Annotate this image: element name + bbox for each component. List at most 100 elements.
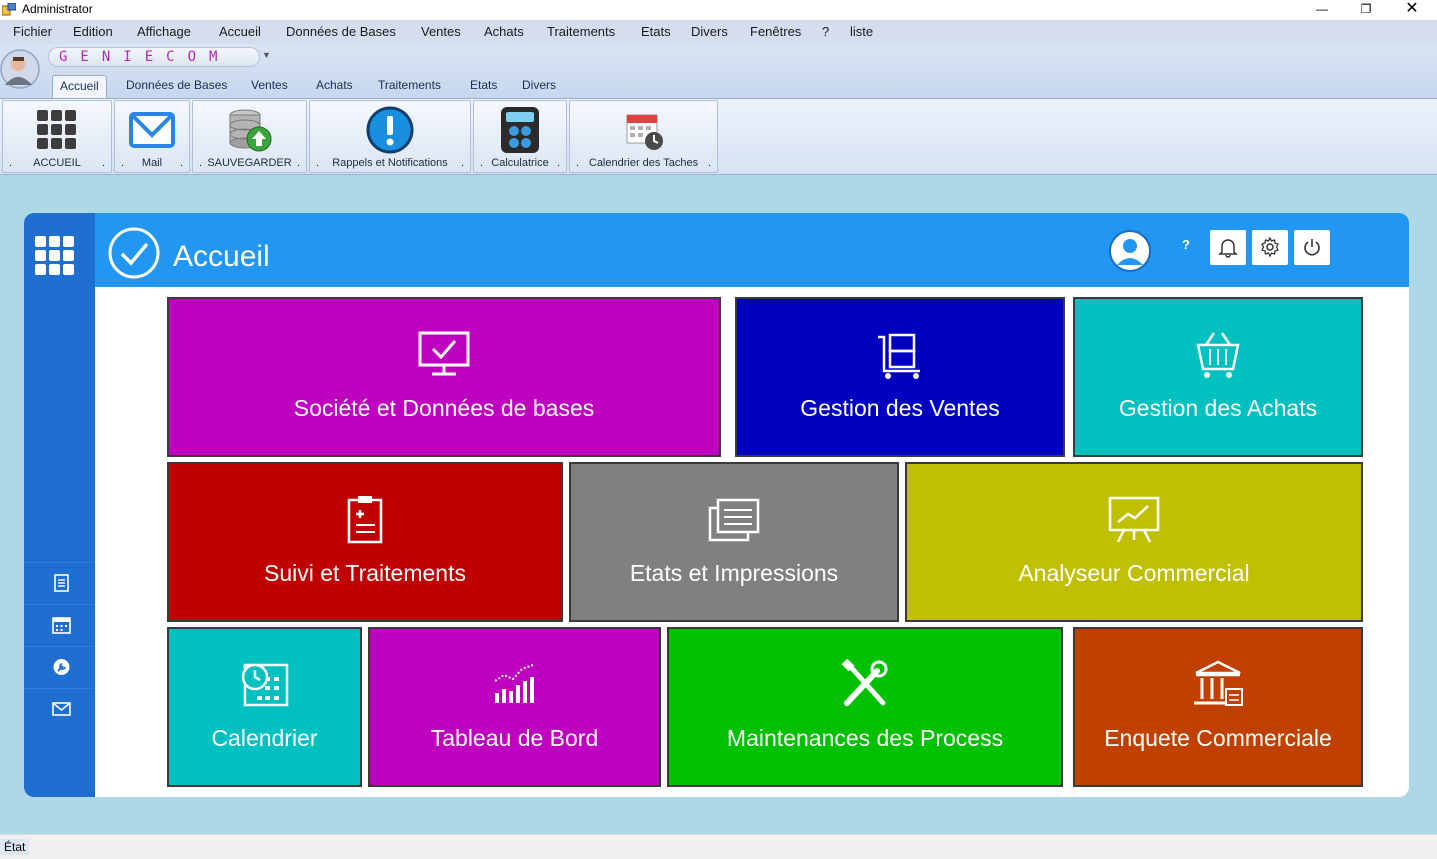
ribbon-button-label: Calculatrice — [491, 157, 549, 169]
tile-tableau-de-bord[interactable]: Tableau de Bord — [368, 627, 661, 787]
tile-label: Maintenances des Process — [726, 725, 1004, 751]
help-button[interactable]: ? — [1182, 237, 1190, 252]
tile-label: Tableau de Bord — [430, 725, 599, 751]
apps-grid-icon[interactable] — [35, 236, 75, 276]
presentation-chart-icon — [1108, 496, 1160, 543]
calendar-icon — [52, 617, 71, 634]
tile-label: Gestion des Ventes — [800, 395, 1000, 421]
tile-ventes[interactable]: Gestion des Ventes — [735, 297, 1065, 457]
menu-traitements[interactable]: Traitements — [547, 24, 615, 39]
power-icon — [1304, 239, 1320, 256]
menu-help[interactable]: ? — [822, 24, 829, 39]
dashboard-sidebar — [24, 213, 95, 797]
tile-maintenances[interactable]: Maintenances des Process — [667, 627, 1063, 787]
calendar-clock-icon — [626, 114, 663, 150]
page-title: Accueil — [173, 240, 270, 273]
tile-label: Etats et Impressions — [629, 560, 839, 586]
tile-achats[interactable]: Gestion des Achats — [1073, 297, 1363, 457]
tools-icon — [841, 659, 888, 706]
bar-chart-icon — [493, 664, 534, 703]
tile-analyseur[interactable]: Analyseur Commercial — [905, 462, 1363, 622]
dashboard-header: Accueil ? — [95, 213, 1409, 287]
menu-achats[interactable]: Achats — [484, 24, 524, 39]
gear-icon — [1261, 236, 1279, 258]
menu-affichage[interactable]: Affichage — [137, 24, 191, 39]
tile-etats[interactable]: Etats et Impressions — [569, 462, 899, 622]
tile-label: Analyseur Commercial — [1018, 560, 1250, 586]
tile-enquete[interactable]: Enquete Commerciale — [1073, 627, 1363, 787]
user-orb-icon[interactable] — [0, 49, 40, 89]
title-bar: Administrator — ❐ ✕ — [0, 0, 1437, 20]
tile-label: Suivi et Traitements — [264, 560, 466, 586]
user-avatar-icon[interactable] — [1108, 229, 1152, 273]
menu-fichier[interactable]: Fichier — [13, 24, 52, 39]
tile-calendrier[interactable]: Calendrier — [167, 627, 362, 787]
basket-icon — [1196, 332, 1240, 378]
tab-donnees-de-bases[interactable]: Données de Bases — [119, 75, 234, 98]
sidebar-calendar-button[interactable] — [24, 604, 95, 644]
minimize-button[interactable]: — — [1299, 0, 1345, 20]
bank-icon — [1194, 660, 1243, 706]
ribbon-rappels-button[interactable]: . Rappels et Notifications . — [309, 100, 471, 173]
close-button[interactable]: ✕ — [1389, 0, 1435, 20]
ribbon-mail-button[interactable]: . Mail . — [114, 100, 190, 173]
menu-edition[interactable]: Edition — [73, 24, 113, 39]
tab-accueil[interactable]: Accueil — [52, 75, 107, 98]
wrench-icon — [53, 659, 70, 675]
database-save-icon — [229, 109, 271, 152]
window-title: Administrator — [22, 2, 93, 16]
tile-label: Gestion des Achats — [1118, 395, 1318, 421]
menu-liste[interactable]: liste — [850, 24, 873, 39]
notifications-button[interactable] — [1210, 230, 1246, 265]
ribbon-calculatrice-button[interactable]: . Calculatrice . — [473, 100, 567, 173]
tab-etats[interactable]: Etats — [463, 75, 504, 98]
menu-divers[interactable]: Divers — [691, 24, 728, 39]
cart-boxes-icon — [878, 333, 920, 379]
menu-donnees-de-bases[interactable]: Données de Bases — [286, 24, 396, 39]
power-button[interactable] — [1294, 230, 1330, 265]
ribbon-button-label: Calendrier des Taches — [588, 157, 699, 169]
menu-etats[interactable]: Etats — [641, 24, 671, 39]
menu-fenetres[interactable]: Fenêtres — [750, 24, 801, 39]
chevron-down-icon[interactable]: ▼ — [262, 50, 271, 60]
mail-icon — [129, 112, 175, 148]
tab-ventes[interactable]: Ventes — [244, 75, 295, 98]
tab-achats[interactable]: Achats — [309, 75, 360, 98]
restore-button[interactable]: ❐ — [1343, 0, 1389, 20]
bell-icon — [1218, 239, 1238, 258]
ribbon-accueil-button[interactable]: . ACCUEIL . — [2, 100, 112, 173]
calendar-clock-icon — [241, 663, 288, 707]
tab-traitements[interactable]: Traitements — [371, 75, 448, 98]
ribbon-button-label: Rappels et Notifications — [332, 157, 448, 169]
ribbon-sauvegarder-button[interactable]: . SAUVEGARDER . — [192, 100, 307, 173]
status-bar: État — [0, 834, 1437, 859]
tile-suivi[interactable]: Suivi et Traitements — [167, 462, 563, 622]
tile-label: Société et Données de bases — [293, 395, 595, 421]
grid-icon — [37, 110, 76, 149]
tile-label: Calendrier — [211, 725, 318, 751]
clipboard-icon — [347, 496, 383, 544]
tile-societe[interactable]: Société et Données de bases — [167, 297, 721, 457]
ribbon-button-label: ACCUEIL — [33, 157, 81, 169]
settings-button[interactable] — [1252, 230, 1288, 265]
mail-icon — [52, 702, 71, 716]
tab-divers[interactable]: Divers — [515, 75, 563, 98]
documents-icon — [708, 498, 760, 542]
menu-ventes[interactable]: Ventes — [421, 24, 461, 39]
ribbon-button-label: SAUVEGARDER — [207, 157, 292, 169]
document-icon — [54, 574, 69, 592]
tile-label: Enquete Commerciale — [1104, 725, 1332, 751]
check-circle-icon — [108, 227, 160, 279]
sidebar-mail-button[interactable] — [24, 688, 95, 728]
exclamation-icon — [366, 106, 414, 154]
ribbon-button-label: Mail — [141, 157, 163, 169]
menu-bar: Fichier Edition Affichage Accueil Donnée… — [0, 20, 1437, 44]
ribbon-calendrier-button[interactable]: . Calendrier des Taches . — [569, 100, 718, 173]
sidebar-settings-button[interactable] — [24, 646, 95, 686]
brand-logo: GENIECOM — [48, 47, 260, 67]
calculator-icon — [501, 107, 539, 153]
app-icon — [2, 3, 16, 16]
menu-accueil[interactable]: Accueil — [219, 24, 261, 39]
sidebar-documents-button[interactable] — [24, 562, 95, 602]
status-text: État — [0, 839, 30, 855]
